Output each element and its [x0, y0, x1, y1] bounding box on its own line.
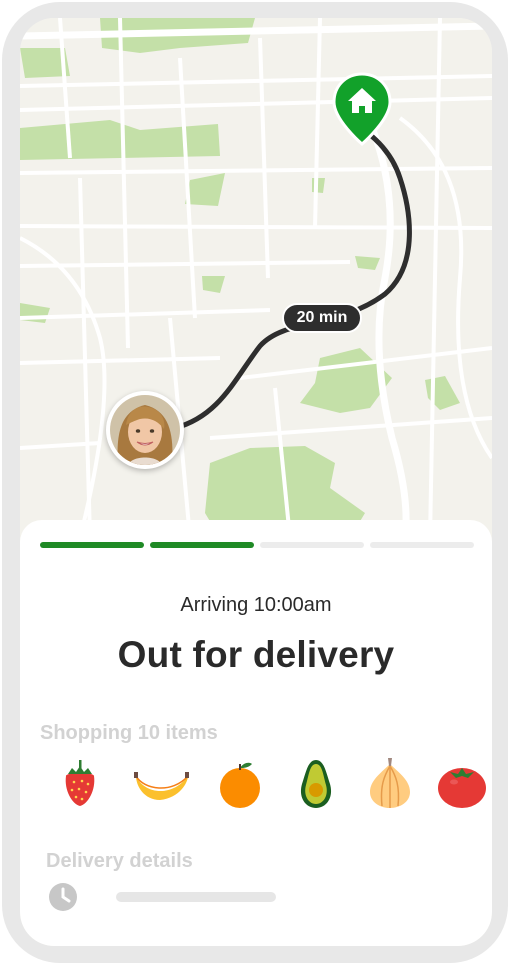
delivery-details-placeholder: [116, 892, 276, 902]
orange-icon[interactable]: [210, 754, 270, 814]
avocado-icon[interactable]: [286, 754, 346, 814]
arrival-time: Arriving 10:00am: [180, 594, 332, 616]
shopping-items-label: Shopping 10 items: [40, 722, 218, 744]
shopping-items-row[interactable]: [40, 754, 486, 814]
progress-step-1: [40, 542, 144, 548]
home-destination-pin[interactable]: [331, 72, 393, 146]
delivery-map[interactable]: [20, 18, 492, 538]
tomato-icon[interactable]: [432, 754, 492, 814]
banana-icon[interactable]: [130, 754, 190, 814]
delivery-status-title: Out for delivery: [117, 634, 395, 675]
route-time-badge: 20 min: [282, 303, 362, 333]
progress-step-4: [370, 542, 474, 548]
delivery-progress-bar: [40, 542, 474, 548]
clock-icon: [49, 883, 77, 911]
progress-step-2: [150, 542, 254, 548]
delivery-details-label: Delivery details: [46, 850, 193, 872]
progress-step-3: [260, 542, 364, 548]
strawberry-icon[interactable]: [50, 754, 110, 814]
driver-avatar[interactable]: [106, 391, 184, 469]
app-screen: 20 min Arriving 10:00am Out for delivery…: [20, 18, 492, 946]
delivery-status-sheet: Arriving 10:00am Out for delivery Shoppi…: [20, 520, 492, 946]
onion-icon[interactable]: [360, 754, 420, 814]
